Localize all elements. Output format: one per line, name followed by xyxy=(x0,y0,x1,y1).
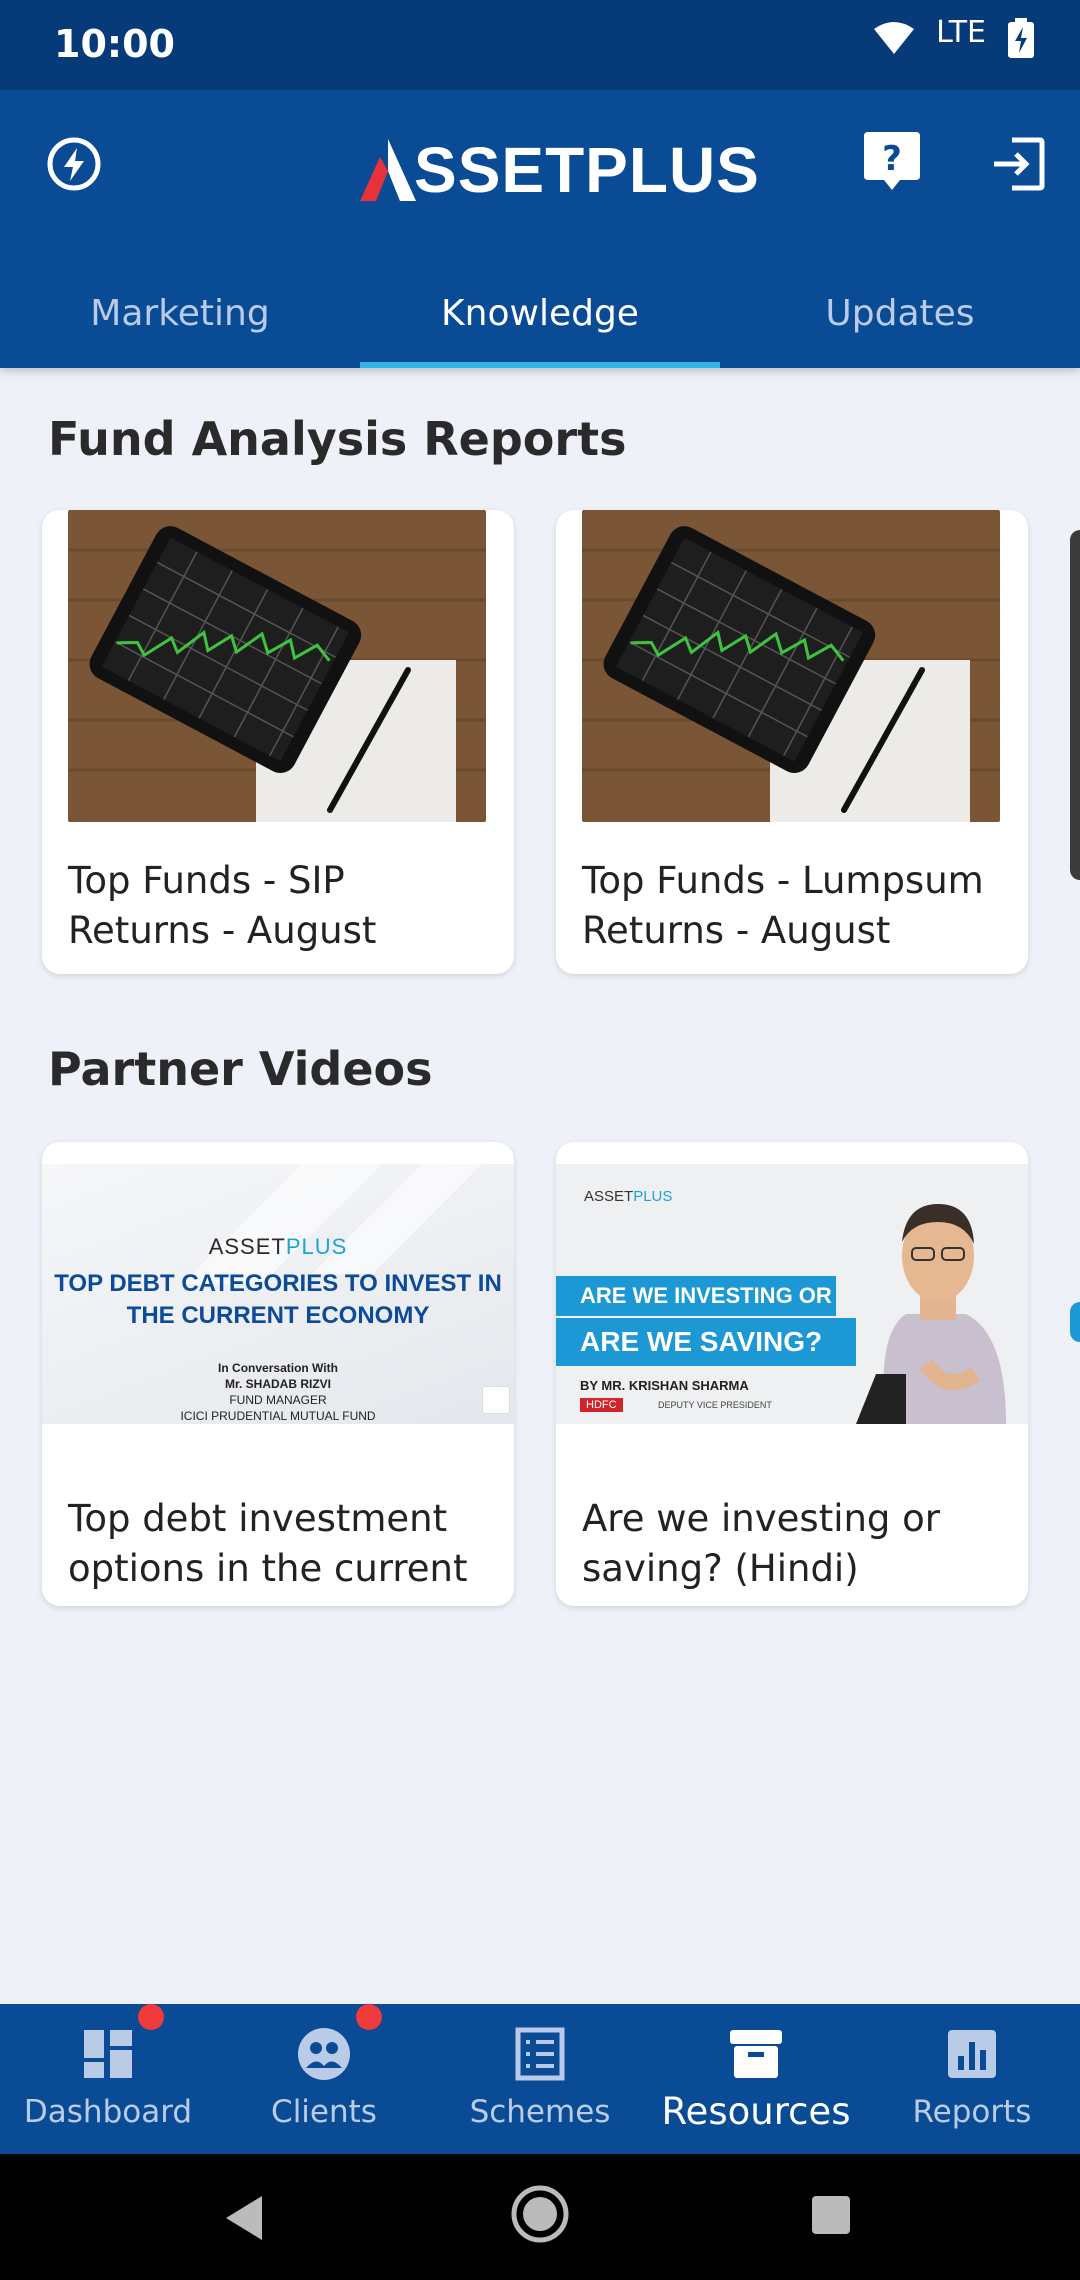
app-header: SSETPLUS ? Marketing Knowledge Updates xyxy=(0,90,1080,368)
tab-marketing[interactable]: Marketing xyxy=(0,258,360,368)
help-icon[interactable]: ? xyxy=(864,132,920,192)
nav-schemes[interactable]: Schemes xyxy=(432,2004,648,2154)
recents-icon[interactable] xyxy=(810,2194,852,2236)
fund-report-card[interactable]: Top Funds - Lumpsum Returns - August xyxy=(556,510,1028,974)
tab-knowledge[interactable]: Knowledge xyxy=(360,258,720,368)
clients-icon xyxy=(298,2028,350,2080)
next-card-peek[interactable] xyxy=(1070,530,1080,880)
nav-resources[interactable]: Resources xyxy=(648,2004,864,2154)
video-caption: Top debt investment options in the curre… xyxy=(68,1497,468,1606)
network-type: LTE xyxy=(936,14,986,50)
tablet-chart-image xyxy=(68,510,486,822)
nav-label: Dashboard xyxy=(23,2094,193,2130)
nav-label: Resources xyxy=(661,2090,851,2133)
fund-reports-carousel[interactable]: Top Funds - SIP Returns - August Top Fun… xyxy=(0,510,1080,980)
resources-icon xyxy=(730,2030,782,2078)
clients-badge xyxy=(356,2004,382,2030)
fund-report-caption: Top Funds - Lumpsum Returns - August xyxy=(582,859,984,952)
presenter-photo xyxy=(856,1204,1006,1424)
video-headline: TOP DEBT CATEGORIES TO INVEST IN THE CUR… xyxy=(54,1270,502,1329)
dashboard-badge xyxy=(138,2004,164,2030)
video-brand: ASSETPLUS xyxy=(208,1234,348,1259)
video-card[interactable]: ASSETPLUS ARE WE INVESTING OR ARE WE SAV… xyxy=(556,1142,1028,1606)
system-icons: LTE xyxy=(874,14,1034,58)
schemes-icon xyxy=(515,2027,565,2081)
video-card[interactable]: ASSETPLUS TOP DEBT CATEGORIES TO INVEST … xyxy=(42,1142,514,1606)
next-card-peek[interactable] xyxy=(1070,1302,1080,1342)
logo-mark-icon xyxy=(360,139,416,201)
tab-bar: Marketing Knowledge Updates xyxy=(0,258,1080,368)
back-icon[interactable] xyxy=(222,2194,266,2242)
home-icon[interactable] xyxy=(510,2184,570,2244)
status-bar: 10:00 LTE xyxy=(0,0,1080,90)
nav-label: Schemes xyxy=(469,2094,611,2130)
presenter-role: DEPUTY VICE PRESIDENT xyxy=(658,1400,772,1410)
flash-icon[interactable] xyxy=(44,134,104,194)
svg-text:?: ? xyxy=(882,139,902,179)
system-nav-bar xyxy=(0,2154,1080,2280)
logo-text: SSETPLUS xyxy=(414,134,760,206)
dashboard-icon xyxy=(84,2030,132,2078)
video-thumbnail: ASSETPLUS TOP DEBT CATEGORIES TO INVEST … xyxy=(42,1164,514,1424)
nav-clients[interactable]: Clients xyxy=(216,2004,432,2154)
nav-label: Reports xyxy=(912,2094,1032,2130)
video-brand: ASSETPLUS xyxy=(584,1188,673,1205)
reports-icon xyxy=(948,2030,996,2078)
wifi-icon xyxy=(874,22,915,54)
bottom-nav: Dashboard Clients Schemes Resources Repo… xyxy=(0,2004,1080,2154)
assetplus-logo: SSETPLUS xyxy=(360,130,760,210)
status-time: 10:00 xyxy=(54,22,175,66)
hdfc-logo: HDFC xyxy=(580,1398,623,1412)
partner-videos-carousel[interactable]: ASSETPLUS TOP DEBT CATEGORIES TO INVEST … xyxy=(0,1142,1080,1612)
video-banner: ARE WE SAVING? xyxy=(556,1318,856,1366)
watermark-icon xyxy=(482,1386,510,1414)
video-subtitle: In Conversation With Mr. SHADAB RIZVI FU… xyxy=(180,1361,376,1423)
nav-dashboard[interactable]: Dashboard xyxy=(0,2004,216,2154)
fund-report-card[interactable]: Top Funds - SIP Returns - August xyxy=(42,510,514,974)
nav-label: Clients xyxy=(271,2094,377,2130)
partner-videos-title: Partner Videos xyxy=(48,1042,433,1096)
battery-charging-icon xyxy=(1008,18,1034,58)
fund-reports-title: Fund Analysis Reports xyxy=(48,412,627,466)
logout-icon[interactable] xyxy=(990,136,1046,192)
nav-reports[interactable]: Reports xyxy=(864,2004,1080,2154)
tablet-chart-image xyxy=(582,510,1000,822)
video-thumbnail: ASSETPLUS ARE WE INVESTING OR ARE WE SAV… xyxy=(556,1164,1028,1424)
video-caption: Are we investing or saving? (Hindi) xyxy=(582,1497,941,1590)
fund-report-caption: Top Funds - SIP Returns - August xyxy=(68,859,377,952)
video-presenter: BY MR. KRISHAN SHARMA xyxy=(580,1378,749,1393)
tab-updates[interactable]: Updates xyxy=(720,258,1080,368)
video-banner: ARE WE INVESTING OR xyxy=(556,1276,836,1316)
